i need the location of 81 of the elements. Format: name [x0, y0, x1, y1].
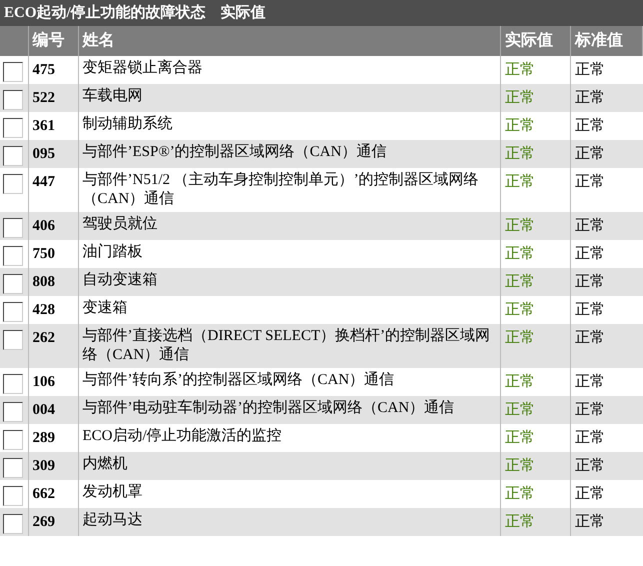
table-cell: 正常 [505, 402, 535, 418]
table-cell: 正常 [505, 274, 535, 290]
table-cell: 正常 [575, 62, 605, 78]
table-cell: ECO启动/停止功能激活的监控 [82, 428, 282, 444]
table-cell: 正常 [575, 458, 605, 474]
checkbox[interactable] [3, 402, 23, 422]
table-cell: 与部件’ESP®’的控制器区域网络（CAN）通信 [82, 144, 386, 160]
table-cell: 变矩器锁止离合器 [82, 60, 202, 76]
table-cell: 正常 [505, 302, 535, 318]
table-cell: 289 [32, 430, 55, 446]
table-cell: 与部件’转向系’的控制器区域网络（CAN）通信 [82, 372, 394, 388]
table-cell: 361 [32, 118, 55, 134]
table-cell: 正常 [575, 302, 605, 318]
table-cell: 正常 [505, 330, 535, 346]
checkbox[interactable] [3, 302, 23, 322]
table-cell: 309 [32, 458, 55, 474]
table-cell: 正常 [575, 374, 605, 390]
table-cell: 正常 [575, 330, 605, 346]
table-cell: 驾驶员就位 [82, 216, 158, 232]
table-cell: 正常 [505, 174, 535, 190]
window-title: ECO起动/停止功能的故障状态 实际值 [0, 0, 643, 26]
checkbox[interactable] [3, 246, 23, 266]
table-cell: 004 [32, 402, 55, 418]
table-cell: 正常 [575, 274, 605, 290]
table-cell: 与部件’N51/2 （主动车身控制控制单元）’的控制器区域网络（CAN）通信 [82, 172, 479, 207]
checkbox[interactable] [3, 330, 23, 350]
checkbox[interactable] [3, 374, 23, 394]
table-cell: 428 [32, 302, 55, 318]
table-cell: 正常 [505, 246, 535, 262]
table-cell: 正常 [575, 514, 605, 530]
checkbox[interactable] [3, 218, 23, 238]
table-cell: 正常 [575, 174, 605, 190]
table-cell: 095 [32, 146, 55, 162]
table-cell: 正常 [505, 118, 535, 134]
table-cell: 106 [32, 374, 55, 390]
table-cell: 正常 [505, 514, 535, 530]
checkbox[interactable] [3, 90, 23, 110]
table-cell: 正常 [505, 458, 535, 474]
table-cell: 正常 [505, 146, 535, 162]
table-cell: 正常 [505, 486, 535, 502]
checkbox[interactable] [3, 146, 23, 166]
table-cell: 与部件’电动驻车制动器’的控制器区域网络（CAN）通信 [82, 400, 454, 416]
checkbox[interactable] [3, 62, 23, 82]
table-cell: 262 [32, 330, 55, 346]
table-cell: 正常 [575, 430, 605, 446]
table-cell: 正常 [505, 90, 535, 106]
table-cell: 750 [32, 246, 55, 262]
checkbox[interactable] [3, 174, 23, 194]
table-cell: 正常 [575, 246, 605, 262]
table-cell: 正常 [575, 486, 605, 502]
table-cell: 447 [32, 174, 55, 190]
table-cell: 662 [32, 486, 55, 502]
table-cell: 406 [32, 218, 55, 234]
table-cell: 正常 [505, 218, 535, 234]
table-cell: 475 [32, 62, 55, 78]
checkbox[interactable] [3, 514, 23, 534]
table-cell: 起动马达 [82, 512, 142, 528]
table-cell: 油门踏板 [82, 244, 142, 260]
table-cell: 正常 [575, 118, 605, 134]
table-cell: 522 [32, 90, 55, 106]
table-cell: 发动机罩 [82, 484, 142, 500]
table-cell: 车载电网 [82, 88, 142, 104]
table-cell: 正常 [575, 146, 605, 162]
checkbox[interactable] [3, 118, 23, 138]
checkbox[interactable] [3, 430, 23, 450]
table-cell: 正常 [575, 402, 605, 418]
table-cell: 269 [32, 514, 55, 530]
table-cell: 制动辅助系统 [82, 116, 172, 132]
checkbox[interactable] [3, 486, 23, 506]
checkbox[interactable] [3, 458, 23, 478]
table-cell: 正常 [575, 218, 605, 234]
table-cell: 变速箱 [82, 300, 128, 316]
table-cell: 正常 [505, 430, 535, 446]
table-cell: 自动变速箱 [82, 272, 158, 288]
table-cell: 正常 [505, 62, 535, 78]
checkbox[interactable] [3, 274, 23, 294]
table-cell: 808 [32, 274, 55, 290]
table-cell: 正常 [505, 374, 535, 390]
table-cell: 内燃机 [82, 456, 128, 472]
table-cell: 与部件’直接选档（DIRECT SELECT）换档杆’的控制器区域网络（CAN）通信 [82, 328, 490, 363]
table-cell: 正常 [575, 90, 605, 106]
